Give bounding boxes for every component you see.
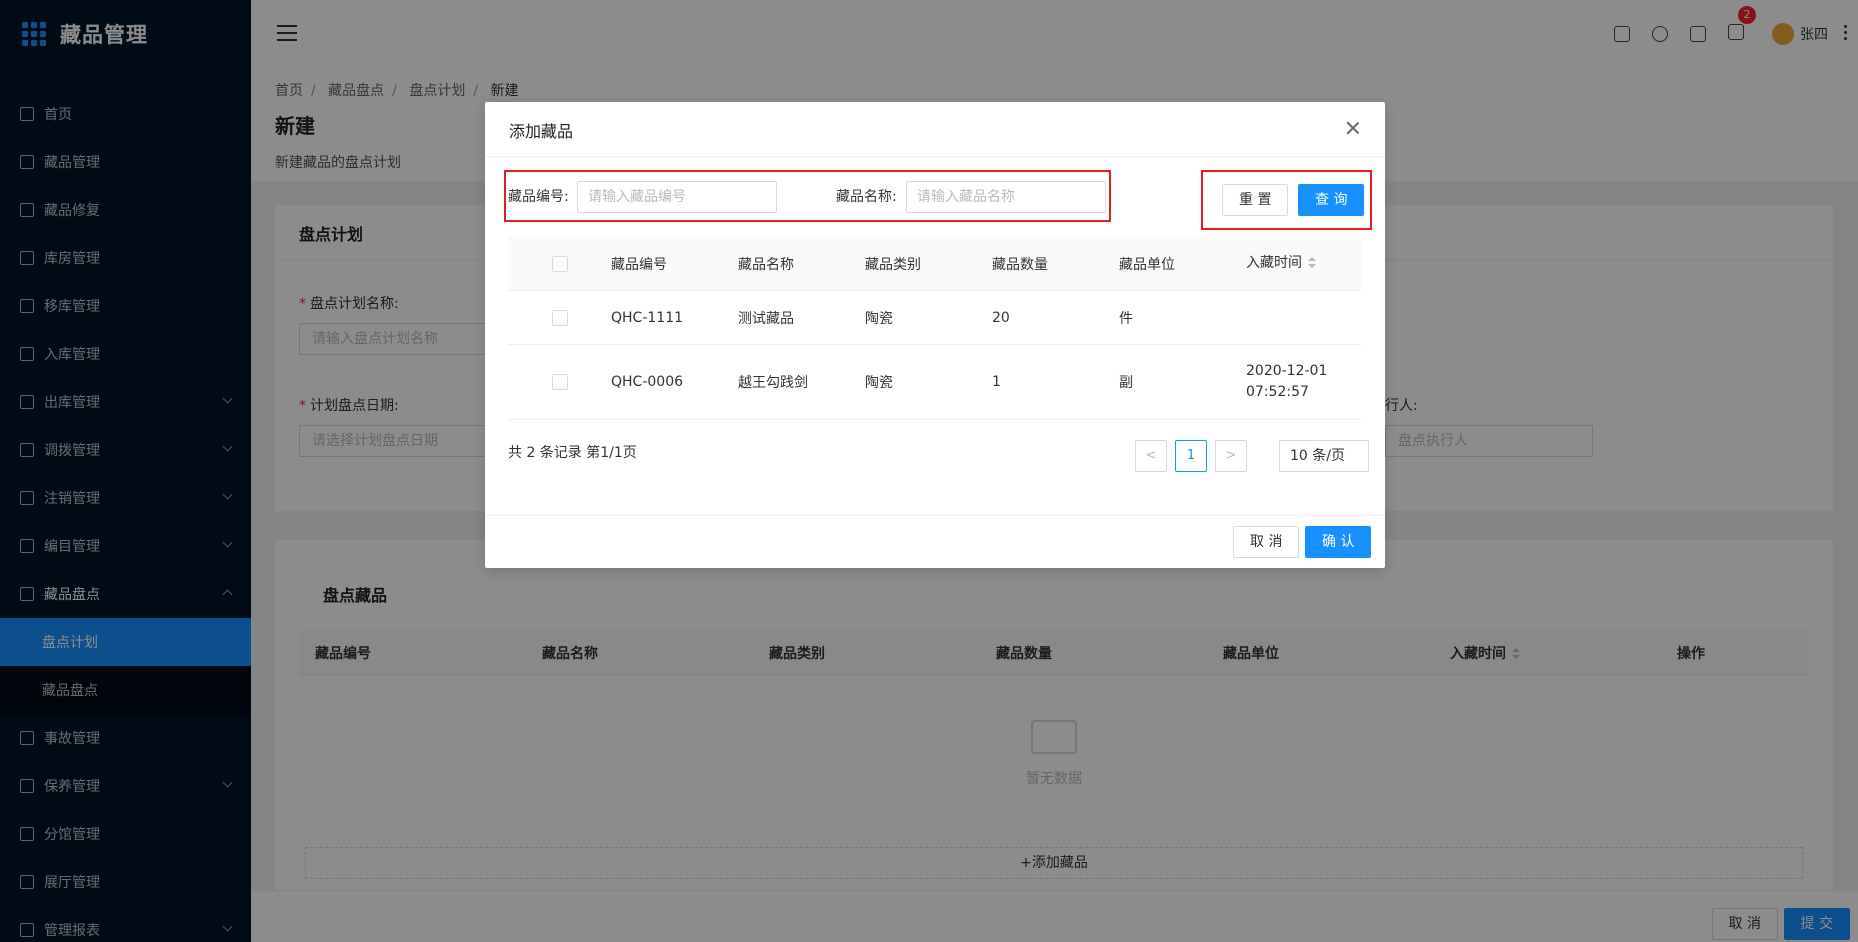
modal-footer: 取 消 确 认 [485, 515, 1385, 568]
pagination: < 1 > 10 条/页 [1135, 440, 1369, 472]
select-all-checkbox[interactable] [551, 255, 568, 272]
add-item-modal: 添加藏品 藏品编号: 请输入藏品编号 藏品名称: 请输入藏品名称 重 置 查 询… [485, 102, 1385, 568]
column-header-sortable[interactable]: 入藏时间 [1246, 253, 1361, 274]
column-header: 藏品类别 [865, 256, 921, 273]
cell-unit: 副 [1119, 375, 1133, 391]
modal-cancel-button[interactable]: 取 消 [1233, 526, 1300, 558]
cell-category: 陶瓷 [865, 375, 893, 391]
cell-category: 陶瓷 [865, 310, 893, 327]
close-icon[interactable] [1345, 120, 1361, 136]
code-search-input[interactable]: 请输入藏品编号 [577, 181, 777, 213]
search-highlight-box: 藏品编号: 请输入藏品编号 藏品名称: 请输入藏品名称 [504, 170, 1111, 222]
cell-unit: 件 [1119, 310, 1133, 327]
modal-title: 添加藏品 [509, 122, 574, 141]
next-page-button[interactable]: > [1215, 440, 1247, 472]
table-row[interactable]: QHC-0006 越王勾践剑 陶瓷 1 副 2020-12-01 07:52:57 [508, 345, 1361, 420]
name-search-input[interactable]: 请输入藏品名称 [906, 181, 1106, 213]
query-button[interactable]: 查 询 [1298, 184, 1365, 216]
row-checkbox[interactable] [551, 309, 568, 326]
modal-header: 添加藏品 [485, 102, 1385, 157]
column-header: 藏品编号 [611, 256, 667, 273]
column-header: 藏品名称 [738, 256, 794, 273]
prev-page-button[interactable]: < [1135, 440, 1167, 472]
collection-table: 藏品编号 藏品名称 藏品类别 藏品数量 藏品单位 入藏时间 QHC-1111 测… [508, 237, 1361, 420]
page-button-current[interactable]: 1 [1175, 440, 1207, 472]
column-header: 藏品数量 [992, 256, 1048, 273]
cell-code: QHC-0006 [611, 374, 684, 390]
name-label: 藏品名称: [836, 189, 897, 205]
cell-name: 测试藏品 [738, 310, 794, 327]
cell-date: 2020-12-01 07:52:57 [1246, 363, 1328, 400]
pagination-total: 共 2 条记录 第1/1页 [508, 445, 637, 461]
search-buttons-highlight-box: 重 置 查 询 [1201, 170, 1372, 230]
cell-quantity: 20 [992, 309, 1010, 326]
code-label: 藏品编号: [508, 189, 569, 205]
cell-code: QHC-1111 [611, 309, 684, 326]
row-checkbox[interactable] [551, 374, 568, 390]
table-header: 藏品编号 藏品名称 藏品类别 藏品数量 藏品单位 入藏时间 [508, 237, 1361, 291]
column-header: 藏品单位 [1119, 256, 1175, 273]
modal-confirm-button[interactable]: 确 认 [1305, 526, 1372, 558]
page-size-select[interactable]: 10 条/页 [1279, 440, 1369, 472]
table-row[interactable]: QHC-1111 测试藏品 陶瓷 20 件 [508, 291, 1361, 345]
cell-quantity: 1 [992, 374, 1001, 390]
sort-icon [1308, 257, 1316, 269]
cell-name: 越王勾践剑 [738, 375, 808, 391]
reset-button[interactable]: 重 置 [1222, 184, 1289, 216]
